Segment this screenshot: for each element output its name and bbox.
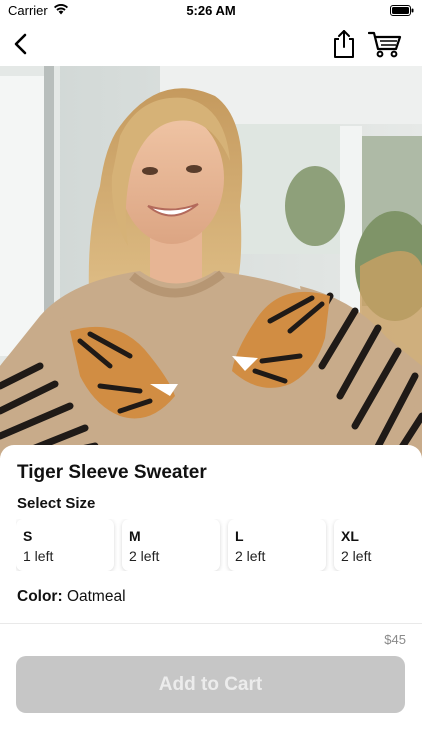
size-name: S xyxy=(23,528,33,544)
size-stock: 2 left xyxy=(341,548,372,564)
color-value: Oatmeal xyxy=(62,588,126,605)
chevron-left-icon[interactable] xyxy=(10,30,36,58)
size-options: S 1 left M 2 left L 2 left XL 2 left xyxy=(16,519,422,571)
size-name: XL xyxy=(341,528,359,544)
product-image xyxy=(0,66,422,458)
product-title: Tiger Sleeve Sweater xyxy=(17,462,207,483)
color-label: Color: xyxy=(17,588,63,605)
battery-icon xyxy=(390,5,414,16)
select-size-label: Select Size xyxy=(17,495,96,512)
status-bar: Carrier 5:26 AM xyxy=(0,0,422,22)
size-option-xl[interactable]: XL 2 left xyxy=(334,519,422,571)
size-option-l[interactable]: L 2 left xyxy=(228,519,326,571)
price: $45 xyxy=(384,632,406,647)
product-details-sheet: Tiger Sleeve Sweater Select Size S 1 lef… xyxy=(0,445,422,750)
cart-icon[interactable] xyxy=(368,30,402,58)
add-to-cart-button[interactable]: Add to Cart xyxy=(16,656,405,713)
nav-bar xyxy=(0,22,422,66)
size-option-m[interactable]: M 2 left xyxy=(122,519,220,571)
color-row: Color: Oatmeal xyxy=(17,588,126,606)
model-photo xyxy=(0,66,422,458)
size-name: M xyxy=(129,528,141,544)
size-name: L xyxy=(235,528,244,544)
size-option-s[interactable]: S 1 left xyxy=(16,519,114,571)
clock: 5:26 AM xyxy=(186,3,236,18)
size-stock: 2 left xyxy=(235,548,266,564)
size-stock: 2 left xyxy=(129,548,160,564)
share-icon[interactable] xyxy=(330,28,358,60)
size-stock: 1 left xyxy=(23,548,54,564)
divider xyxy=(0,623,422,624)
